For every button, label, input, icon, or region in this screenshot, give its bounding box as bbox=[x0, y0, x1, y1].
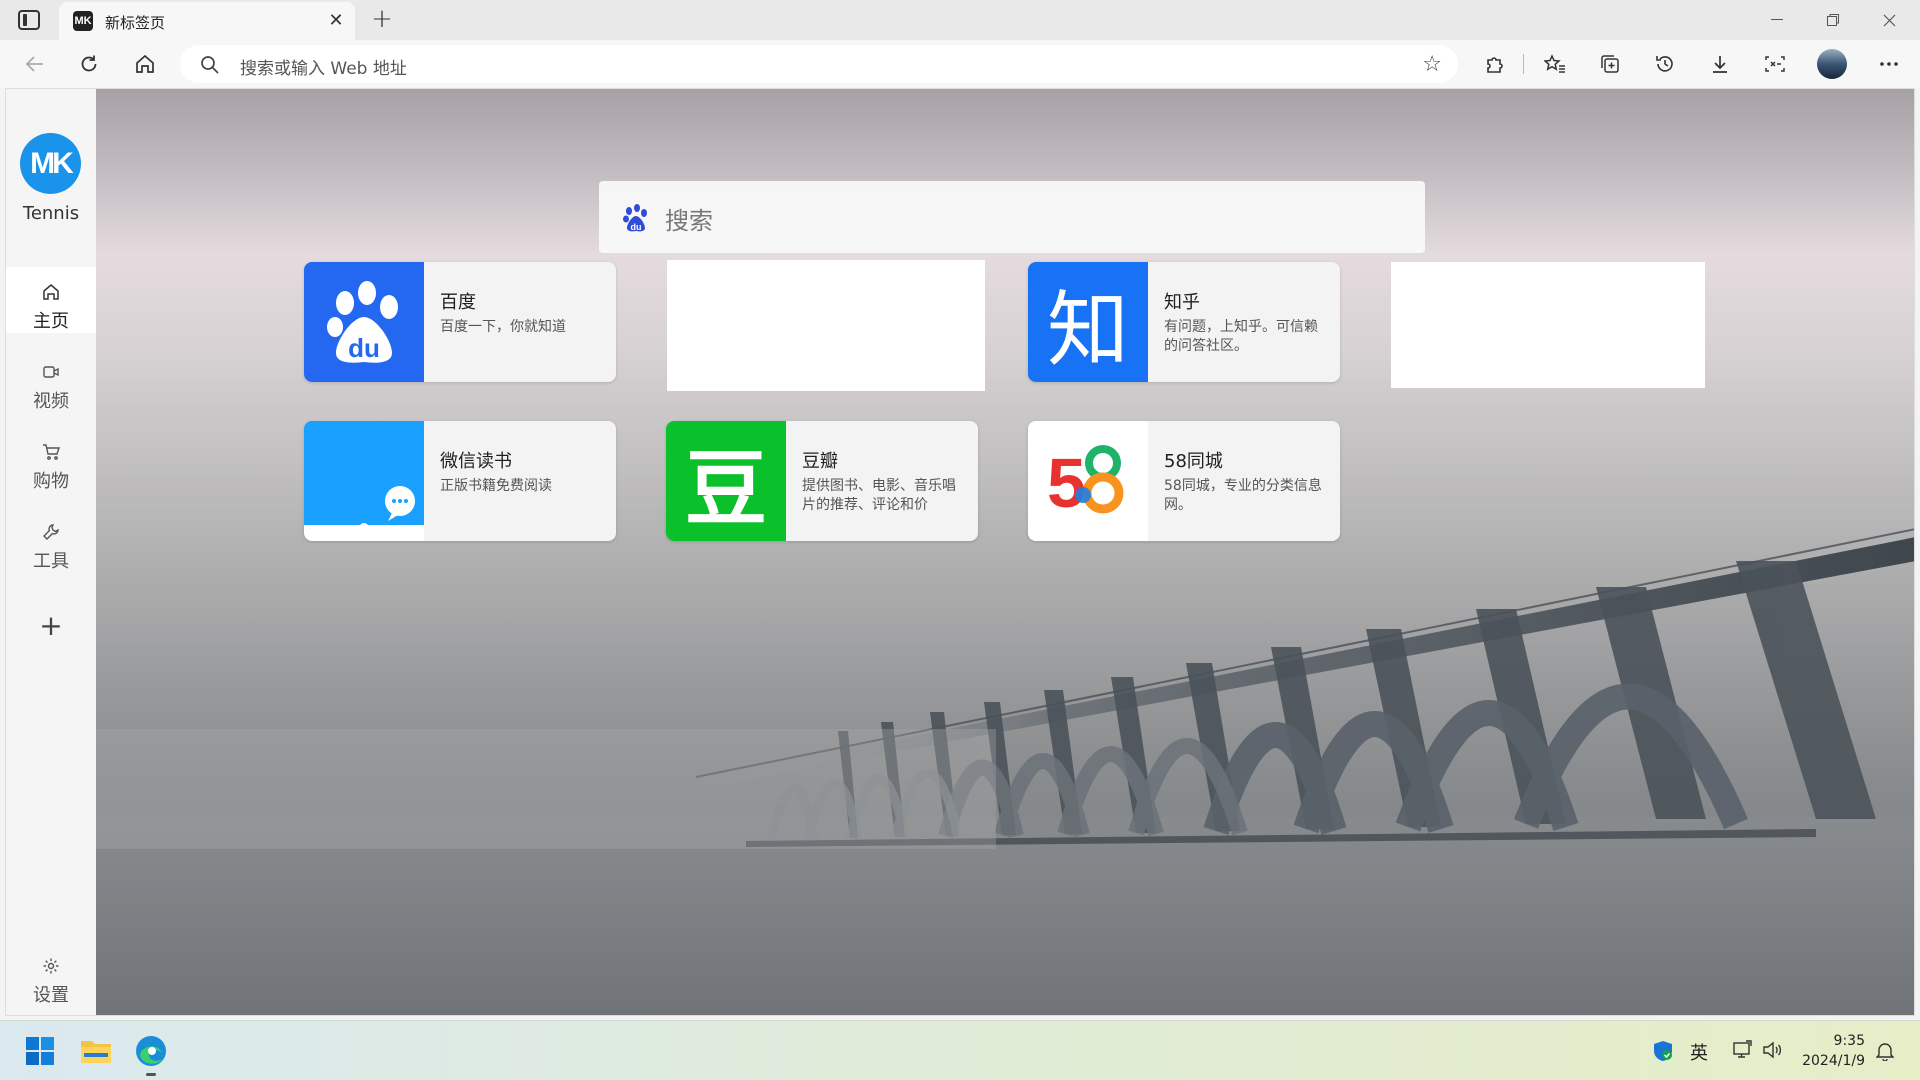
history-icon[interactable] bbox=[1650, 50, 1680, 78]
sidebar-item-tools[interactable]: 工具 bbox=[6, 507, 96, 573]
windows-start-icon[interactable] bbox=[26, 1037, 54, 1069]
tile-empty[interactable] bbox=[667, 260, 985, 391]
gear-icon bbox=[43, 958, 59, 974]
notification-bell-icon[interactable] bbox=[1875, 1041, 1895, 1065]
tile-desc: 百度一下，你就知道 bbox=[440, 319, 566, 335]
svg-text:du: du bbox=[348, 333, 380, 363]
tile-58[interactable]: 5 58同城 58同城，专业的分类信息网。 bbox=[1028, 421, 1340, 541]
page-content: MK Tennis 主页 视频 购物 工具 + 设置 du 搜索 du 百度 百… bbox=[5, 88, 1915, 1016]
file-explorer-icon[interactable] bbox=[80, 1037, 112, 1069]
refresh-button[interactable] bbox=[74, 50, 104, 78]
address-bar[interactable]: 搜索或输入 Web 地址 ☆ bbox=[180, 45, 1458, 83]
ime-indicator[interactable]: 英 bbox=[1690, 1039, 1708, 1065]
network-icon[interactable] bbox=[1732, 1040, 1754, 1064]
sidebar-item-label: 视频 bbox=[33, 391, 69, 412]
profile-logo[interactable]: MK bbox=[20, 133, 81, 194]
back-button[interactable] bbox=[20, 50, 50, 78]
extensions-icon[interactable] bbox=[1480, 50, 1510, 78]
tab-title: 新标签页 bbox=[105, 14, 166, 32]
title-bar: MK 新标签页 ✕ + bbox=[0, 0, 1920, 40]
tile-name: 百度 bbox=[440, 292, 476, 313]
favorites-icon[interactable] bbox=[1540, 50, 1570, 78]
volume-icon[interactable] bbox=[1762, 1040, 1784, 1064]
zhihu-logo-icon: 知 bbox=[1028, 262, 1148, 382]
new-tab-button[interactable]: + bbox=[368, 6, 396, 34]
sidebar-item-label: 主页 bbox=[33, 311, 69, 332]
address-input[interactable]: 搜索或输入 Web 地址 bbox=[240, 54, 407, 79]
tile-baidu[interactable]: du 百度 百度一下，你就知道 bbox=[304, 262, 616, 382]
search-input[interactable]: 搜索 bbox=[665, 201, 713, 236]
taskbar: 英 9:35 2024/1/9 bbox=[0, 1020, 1920, 1080]
home-icon bbox=[43, 284, 59, 300]
tile-name: 知乎 bbox=[1164, 292, 1200, 313]
tile-weread[interactable]: 微信读书 正版书籍免费阅读 bbox=[304, 421, 616, 541]
tile-empty[interactable] bbox=[1391, 262, 1705, 388]
tile-name: 豆瓣 bbox=[802, 451, 838, 472]
sidebar-item-label: 设置 bbox=[33, 985, 69, 1006]
tile-name: 微信读书 bbox=[440, 451, 512, 472]
security-shield-icon[interactable] bbox=[1652, 1040, 1674, 1066]
baidu-logo-icon: du bbox=[304, 262, 424, 382]
restore-button[interactable] bbox=[1806, 0, 1860, 40]
collections-icon[interactable] bbox=[1595, 50, 1625, 78]
minimize-button[interactable] bbox=[1750, 0, 1804, 40]
video-icon bbox=[43, 366, 59, 378]
tile-desc: 正版书籍免费阅读 bbox=[440, 478, 552, 494]
favorite-star-icon[interactable]: ☆ bbox=[1422, 52, 1442, 77]
tab-close-icon[interactable]: ✕ bbox=[325, 10, 347, 32]
tile-zhihu[interactable]: 知 知乎 有问题，上知乎。可信赖的问答社区。 bbox=[1028, 262, 1340, 382]
sidebar-item-home[interactable]: 主页 bbox=[6, 267, 96, 333]
more-menu-icon[interactable] bbox=[1874, 50, 1904, 78]
sidebar-item-video[interactable]: 视频 bbox=[6, 347, 96, 413]
sidebar-item-label: 工具 bbox=[33, 551, 69, 572]
clock-date[interactable]: 2024/1/9 bbox=[1790, 1053, 1865, 1069]
home-button[interactable] bbox=[130, 50, 160, 78]
tile-desc: 58同城，专业的分类信息网。 bbox=[1164, 478, 1322, 513]
sidebar-item-settings[interactable]: 设置 bbox=[6, 941, 96, 1007]
douban-logo-icon: 豆 bbox=[666, 421, 786, 541]
clock-time[interactable]: 9:35 bbox=[1790, 1033, 1865, 1049]
wrench-icon bbox=[43, 524, 59, 540]
edge-browser-icon[interactable] bbox=[135, 1035, 167, 1071]
tile-name: 58同城 bbox=[1164, 451, 1223, 472]
tile-desc: 有问题，上知乎。可信赖的问答社区。 bbox=[1164, 319, 1318, 354]
profile-avatar[interactable] bbox=[1817, 49, 1847, 79]
profile-name: Tennis bbox=[22, 203, 80, 224]
tab-actions-icon[interactable] bbox=[18, 10, 40, 30]
toolbar-divider bbox=[1523, 54, 1524, 74]
left-sidebar: MK Tennis 主页 视频 购物 工具 + 设置 bbox=[6, 89, 96, 1015]
svg-text:du: du bbox=[631, 222, 642, 232]
baidu-paw-icon: du bbox=[623, 204, 647, 232]
cart-icon bbox=[43, 444, 60, 460]
tile-desc: 提供图书、电影、音乐唱片的推荐、评论和价 bbox=[802, 478, 956, 513]
active-app-indicator bbox=[146, 1073, 156, 1076]
58-logo-icon: 5 bbox=[1028, 421, 1148, 541]
tab-favicon-icon: MK bbox=[73, 11, 93, 31]
add-category-button[interactable]: + bbox=[36, 611, 66, 641]
search-icon bbox=[201, 56, 219, 74]
tab-new-tab[interactable]: MK 新标签页 ✕ bbox=[59, 2, 355, 40]
close-window-button[interactable] bbox=[1862, 0, 1916, 40]
weread-logo-icon bbox=[304, 421, 424, 541]
search-box[interactable]: du 搜索 bbox=[599, 181, 1425, 253]
downloads-icon[interactable] bbox=[1705, 50, 1735, 78]
tile-douban[interactable]: 豆 豆瓣 提供图书、电影、音乐唱片的推荐、评论和价 bbox=[666, 421, 978, 541]
sidebar-item-shopping[interactable]: 购物 bbox=[6, 427, 96, 493]
screenshot-icon[interactable] bbox=[1760, 50, 1790, 78]
sidebar-item-label: 购物 bbox=[33, 471, 69, 492]
svg-text:5: 5 bbox=[1047, 444, 1086, 521]
wallpaper: du 搜索 du 百度 百度一下，你就知道 知 知乎 有问题，上知乎。可信赖的问… bbox=[96, 89, 1914, 1015]
navigation-bar: 搜索或输入 Web 地址 ☆ bbox=[0, 40, 1920, 88]
